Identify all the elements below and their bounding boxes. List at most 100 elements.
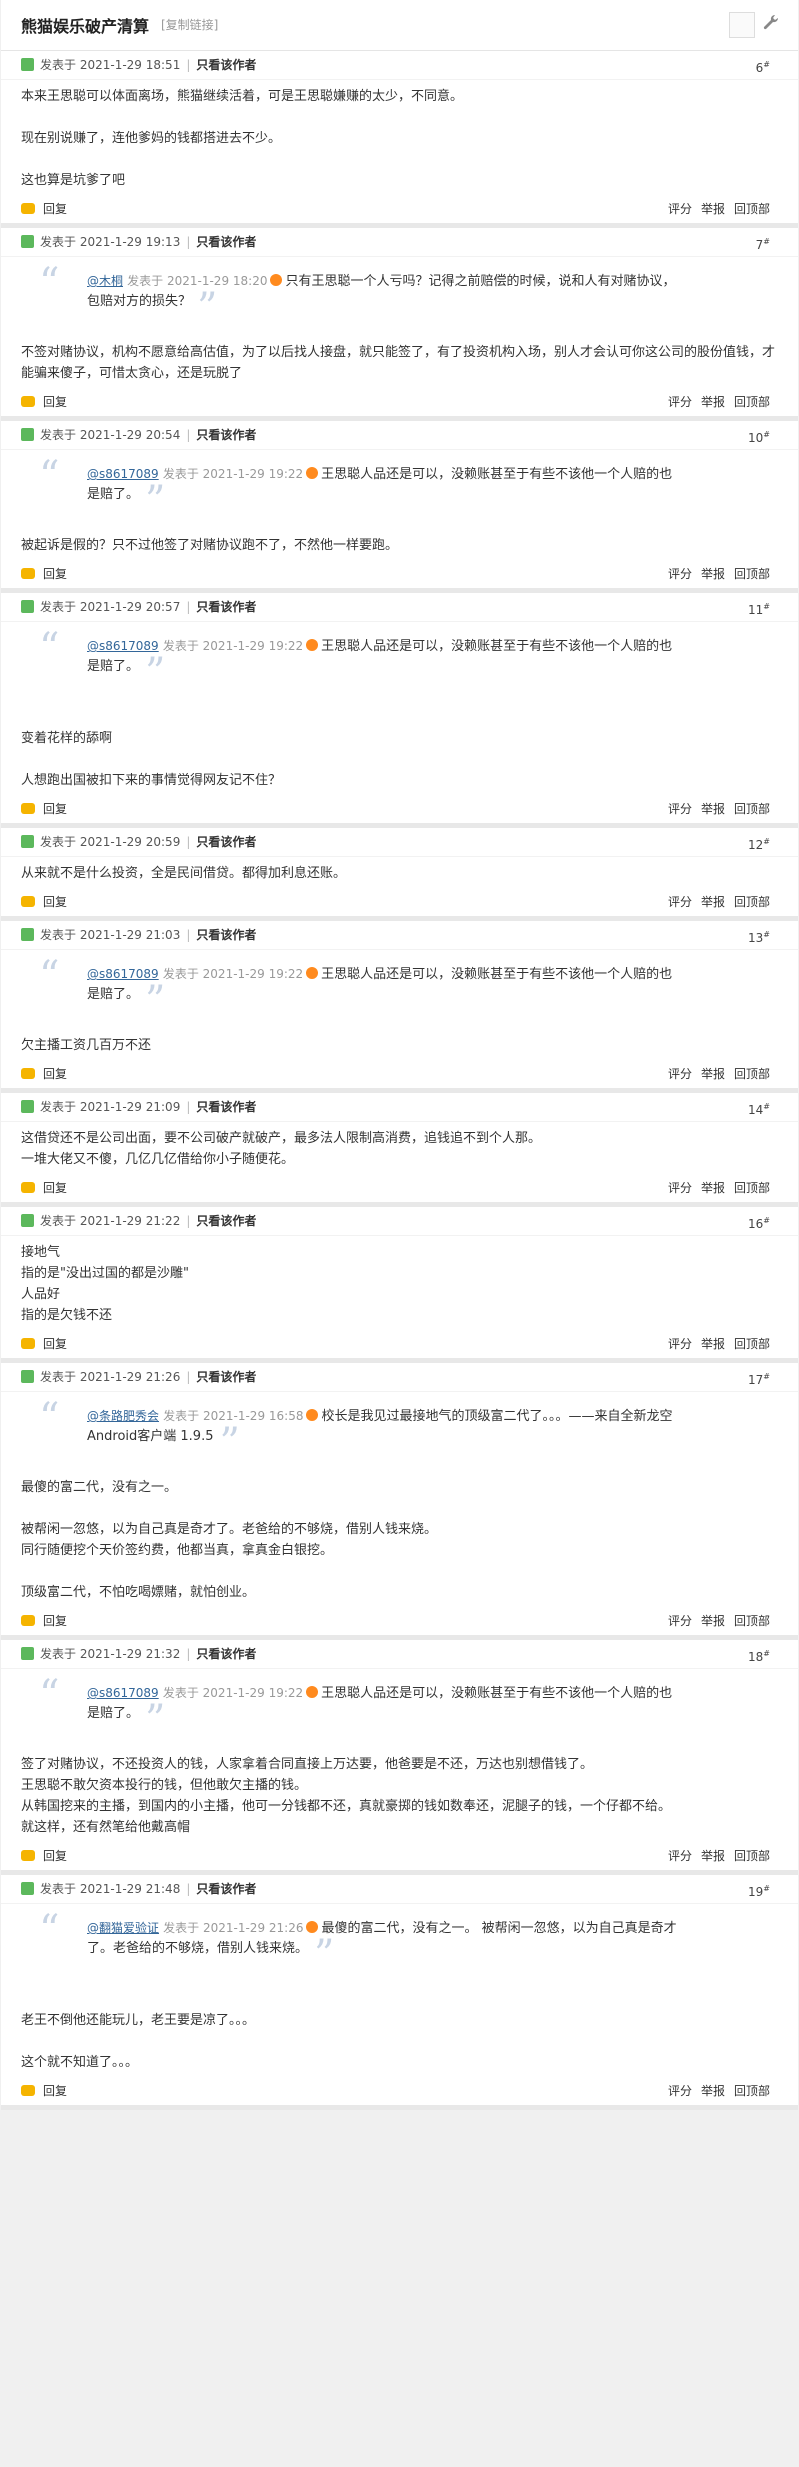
reply-label: 回复 — [43, 567, 68, 581]
only-author-link[interactable]: 只看该作者 — [196, 835, 256, 849]
rate-link[interactable]: 评分 — [668, 2084, 692, 2098]
post-actions: 评分 举报 回顶部 — [659, 195, 770, 223]
content-line: 指的是欠钱不还 — [21, 1308, 113, 1323]
jump-to-post-icon[interactable] — [306, 1409, 319, 1421]
checkbox[interactable] — [729, 12, 755, 38]
rate-link[interactable]: 评分 — [668, 1614, 692, 1628]
reply-button[interactable]: 回复 — [21, 1607, 67, 1635]
floor-hash: # — [763, 430, 770, 439]
post-footer: 回复 评分 举报 回顶部 — [1, 1607, 798, 1635]
back-to-top-link[interactable]: 回顶部 — [734, 567, 770, 581]
only-author-link[interactable]: 只看该作者 — [196, 235, 256, 249]
rate-link[interactable]: 评分 — [668, 1067, 692, 1081]
only-author-link[interactable]: 只看该作者 — [196, 1100, 256, 1114]
floor-number[interactable]: 7# — [756, 228, 770, 259]
back-to-top-link[interactable]: 回顶部 — [734, 1337, 770, 1351]
only-author-link[interactable]: 只看该作者 — [196, 1370, 256, 1384]
only-author-link[interactable]: 只看该作者 — [196, 1882, 256, 1896]
reply-button[interactable]: 回复 — [21, 1174, 67, 1202]
reply-button[interactable]: 回复 — [21, 1330, 67, 1358]
report-link[interactable]: 举报 — [701, 895, 725, 909]
quote-user-link[interactable]: @条路肥秀会 — [87, 1409, 159, 1423]
only-author-link[interactable]: 只看该作者 — [196, 1214, 256, 1228]
only-author-link[interactable]: 只看该作者 — [196, 1647, 256, 1661]
rate-link[interactable]: 评分 — [668, 202, 692, 216]
post-footer: 回复 评分 举报 回顶部 — [1, 560, 798, 588]
floor-number[interactable]: 18# — [748, 1640, 770, 1671]
reply-button[interactable]: 回复 — [21, 795, 67, 823]
floor-number[interactable]: 14# — [748, 1093, 770, 1124]
floor-value: 10 — [748, 431, 764, 445]
online-status-icon — [21, 835, 34, 848]
report-link[interactable]: 举报 — [701, 567, 725, 581]
content-line: 签了对赌协议，不还投资人的钱，人家拿着合同直接上万达要，他爸要是不还，万达也别想… — [21, 1757, 594, 1772]
jump-to-post-icon[interactable] — [306, 639, 319, 651]
reply-button[interactable]: 回复 — [21, 888, 67, 916]
report-link[interactable]: 举报 — [701, 202, 725, 216]
rate-link[interactable]: 评分 — [668, 567, 692, 581]
content-line: 被起诉是假的？只不过他签了对赌协议跑不了，不然他一样要跑。 — [21, 538, 399, 553]
report-link[interactable]: 举报 — [701, 395, 725, 409]
floor-number[interactable]: 16# — [748, 1207, 770, 1238]
only-author-link[interactable]: 只看该作者 — [196, 58, 256, 72]
quote-time: 发表于 2021-1-29 19:22 — [162, 967, 304, 981]
rate-link[interactable]: 评分 — [668, 1181, 692, 1195]
rate-link[interactable]: 评分 — [668, 895, 692, 909]
floor-number[interactable]: 10# — [748, 421, 770, 452]
floor-number[interactable]: 19# — [748, 1875, 770, 1906]
jump-to-post-icon[interactable] — [306, 1686, 319, 1698]
floor-value: 11 — [748, 603, 764, 617]
reply-button[interactable]: 回复 — [21, 1842, 67, 1870]
report-link[interactable]: 举报 — [701, 1181, 725, 1195]
floor-number[interactable]: 13# — [748, 921, 770, 952]
back-to-top-link[interactable]: 回顶部 — [734, 1614, 770, 1628]
report-link[interactable]: 举报 — [701, 1337, 725, 1351]
thread-page: 熊猫娱乐破产清算 [复制链接] 发表于 2021-1-29 18:51 | 只看该作… — [1, 0, 798, 2110]
back-to-top-link[interactable]: 回顶部 — [734, 2084, 770, 2098]
jump-to-post-icon[interactable] — [270, 274, 283, 286]
floor-number[interactable]: 17# — [748, 1363, 770, 1394]
jump-to-post-icon[interactable] — [306, 467, 319, 479]
reply-button[interactable]: 回复 — [21, 195, 67, 223]
back-to-top-link[interactable]: 回顶部 — [734, 802, 770, 816]
rate-link[interactable]: 评分 — [668, 395, 692, 409]
content-line: 现在别说赚了，连他爹妈的钱都搭进去不少。 — [21, 131, 282, 146]
quote-open-icon: “ — [39, 1907, 60, 1953]
report-link[interactable]: 举报 — [701, 1067, 725, 1081]
floor-number[interactable]: 6# — [756, 51, 770, 82]
rate-link[interactable]: 评分 — [668, 802, 692, 816]
back-to-top-link[interactable]: 回顶部 — [734, 1849, 770, 1863]
report-link[interactable]: 举报 — [701, 2084, 725, 2098]
back-to-top-link[interactable]: 回顶部 — [734, 395, 770, 409]
wrench-icon[interactable] — [759, 13, 781, 35]
jump-to-post-icon[interactable] — [306, 967, 319, 979]
back-to-top-link[interactable]: 回顶部 — [734, 1181, 770, 1195]
reply-button[interactable]: 回复 — [21, 388, 67, 416]
rate-link[interactable]: 评分 — [668, 1337, 692, 1351]
online-status-icon — [21, 1647, 34, 1660]
only-author-link[interactable]: 只看该作者 — [196, 600, 256, 614]
floor-number[interactable]: 12# — [748, 828, 770, 859]
back-to-top-link[interactable]: 回顶部 — [734, 895, 770, 909]
quote-user-link[interactable]: @翻猫爱验证 — [87, 1921, 159, 1935]
content-line: 最傻的富二代，没有之一。 — [21, 1480, 178, 1495]
only-author-link[interactable]: 只看该作者 — [196, 928, 256, 942]
post-time: 2021-1-29 21:22 — [79, 1214, 181, 1228]
reply-button[interactable]: 回复 — [21, 560, 67, 588]
rate-link[interactable]: 评分 — [668, 1849, 692, 1863]
back-to-top-link[interactable]: 回顶部 — [734, 1067, 770, 1081]
report-link[interactable]: 举报 — [701, 802, 725, 816]
back-to-top-link[interactable]: 回顶部 — [734, 202, 770, 216]
copy-link[interactable]: [复制链接] — [161, 16, 218, 33]
post-meta: 发表于 2021-1-29 21:22 | 只看该作者 16# — [1, 1207, 798, 1236]
only-author-link[interactable]: 只看该作者 — [196, 428, 256, 442]
reply-button[interactable]: 回复 — [21, 2077, 67, 2105]
quote-user-link[interactable]: @木桐 — [87, 274, 123, 288]
report-link[interactable]: 举报 — [701, 1849, 725, 1863]
floor-number[interactable]: 11# — [748, 593, 770, 624]
online-status-icon — [21, 1214, 34, 1227]
quote-time: 发表于 2021-1-29 21:26 — [163, 1921, 304, 1935]
report-link[interactable]: 举报 — [701, 1614, 725, 1628]
reply-button[interactable]: 回复 — [21, 1060, 67, 1088]
reply-label: 回复 — [43, 1181, 68, 1195]
